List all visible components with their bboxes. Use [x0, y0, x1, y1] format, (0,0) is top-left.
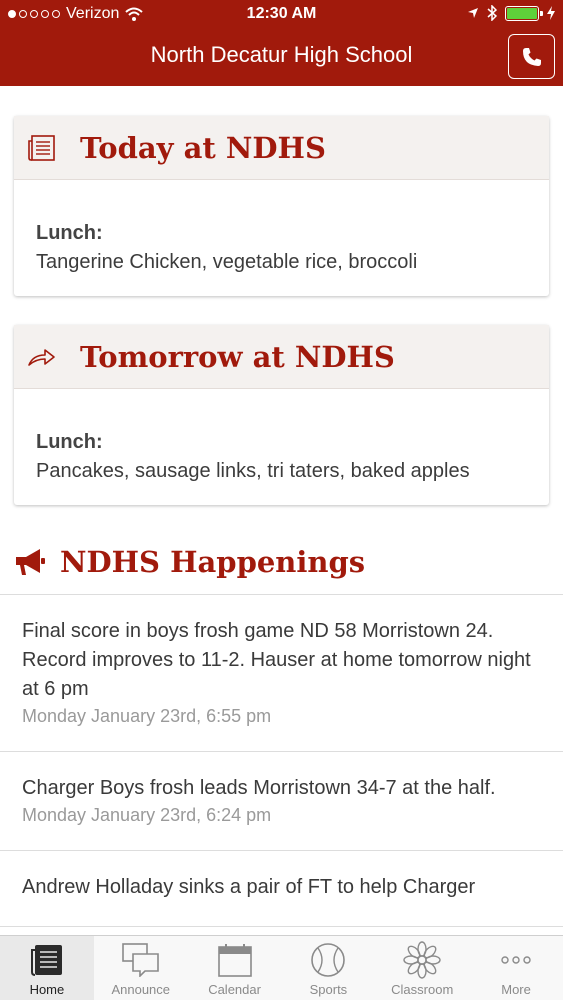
tab-home[interactable]: Home — [0, 936, 94, 1000]
location-arrow-icon — [468, 8, 478, 18]
tab-sports[interactable]: Sports — [281, 936, 375, 1000]
tab-label: Calendar — [208, 982, 261, 997]
today-lunch-text: Tangerine Chicken, vegetable rice, brocc… — [36, 251, 418, 273]
tomorrow-title: Tomorrow at NDHS — [80, 339, 395, 374]
today-card-header: Today at NDHS — [14, 116, 549, 180]
page-title: North Decatur High School — [150, 42, 413, 67]
newspaper-icon — [26, 132, 58, 164]
tomorrow-card-header: Tomorrow at NDHS — [14, 325, 549, 389]
charging-bolt-icon — [547, 6, 555, 20]
tab-announce[interactable]: Announce — [94, 936, 188, 1000]
today-card-body: Lunch: Tangerine Chicken, vegetable rice… — [14, 180, 549, 296]
baseball-icon — [310, 942, 346, 978]
more-dots-icon — [501, 942, 531, 978]
tomorrow-lunch-label: Lunch: — [36, 431, 103, 453]
tomorrow-lunch-text: Pancakes, sausage links, tri taters, bak… — [36, 460, 470, 482]
today-lunch-label: Lunch: — [36, 222, 103, 244]
tomorrow-card-body: Lunch: Pancakes, sausage links, tri tate… — [14, 389, 549, 505]
home-newspaper-icon — [30, 942, 64, 978]
happenings-list[interactable]: Final score in boys frosh game ND 58 Mor… — [0, 594, 563, 935]
bluetooth-icon — [487, 5, 497, 21]
happening-text: Andrew Holladay sinks a pair of FT to he… — [22, 876, 476, 898]
happening-date: Monday January 23rd, 6:55 pm — [22, 706, 272, 726]
tab-label: More — [501, 982, 531, 997]
tab-calendar[interactable]: Calendar — [188, 936, 282, 1000]
chat-bubbles-icon — [121, 942, 160, 978]
today-card: Today at NDHS Lunch: Tangerine Chicken, … — [14, 116, 549, 296]
app-header: Verizon 12:30 AM North Decatur High Scho… — [0, 0, 563, 86]
tab-label: Home — [29, 982, 65, 997]
happenings-header: NDHS Happenings — [14, 545, 365, 579]
tab-label: Classroom — [391, 982, 454, 997]
list-item[interactable]: Charger Boys frosh leads Morristown 34-7… — [0, 752, 563, 851]
list-item[interactable]: Final score in boys frosh game ND 58 Mor… — [0, 595, 563, 752]
tab-classroom[interactable]: Classroom — [375, 936, 469, 1000]
today-title: Today at NDHS — [80, 130, 326, 165]
status-bar: Verizon 12:30 AM — [0, 0, 563, 30]
battery-icon — [505, 5, 543, 21]
share-arrow-icon — [26, 341, 58, 373]
happenings-title: NDHS Happenings — [60, 545, 366, 579]
happening-text: Final score in boys frosh game ND 58 Mor… — [22, 620, 531, 700]
phone-icon — [522, 47, 541, 66]
tab-label: Announce — [111, 982, 171, 997]
calendar-icon — [217, 942, 252, 978]
classroom-flower-icon — [403, 941, 441, 979]
tomorrow-card: Tomorrow at NDHS Lunch: Pancakes, sausag… — [14, 325, 549, 505]
happening-date: Monday January 23rd, 6:24 pm — [22, 805, 272, 825]
happening-text: Charger Boys frosh leads Morristown 34-7… — [22, 777, 496, 799]
tab-bar: Home Announce Calendar Sports Classroom … — [0, 935, 563, 1000]
call-button[interactable] — [508, 34, 555, 79]
tab-more[interactable]: More — [469, 936, 563, 1000]
megaphone-icon — [16, 549, 45, 575]
list-item[interactable]: Andrew Holladay sinks a pair of FT to he… — [0, 851, 563, 927]
tab-label: Sports — [309, 982, 348, 997]
